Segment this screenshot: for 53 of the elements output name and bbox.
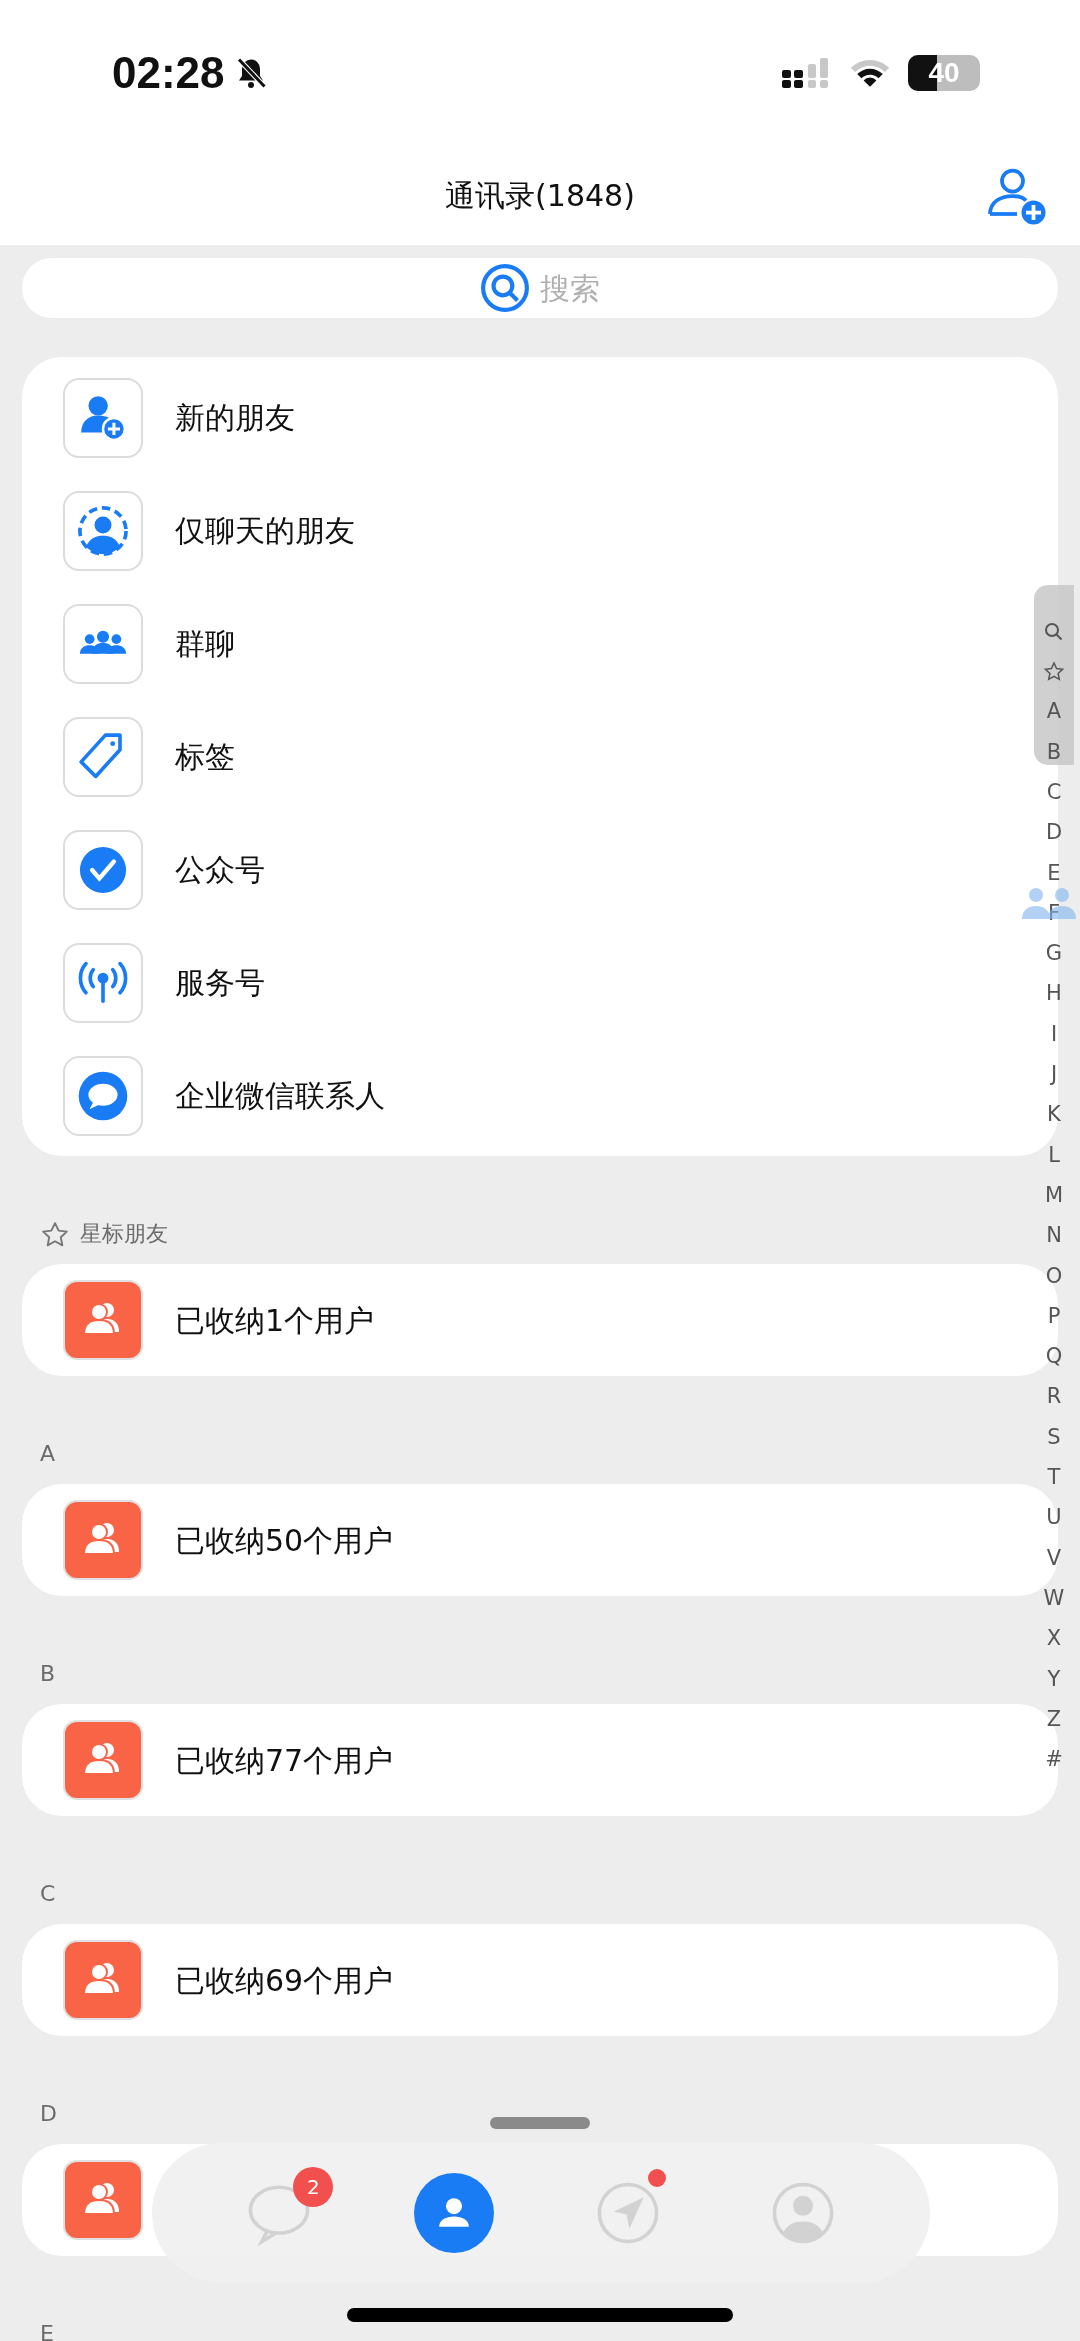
index-letter[interactable]: X [1046,1618,1062,1660]
page-title: 通讯录(1848) [445,176,635,215]
unread-badge: 2 [293,2167,334,2207]
contacts-icon [63,1280,143,1360]
menu-item[interactable]: 企业微信联系人 [63,1055,393,1136]
index-letter[interactable]: T [1047,1457,1061,1498]
index-letter[interactable]: B [1046,732,1062,773]
index-letter[interactable]: J [1050,1054,1058,1095]
contacts-icon [63,1500,143,1580]
section-header: D [40,2100,57,2128]
index-letter[interactable]: Z [1046,1699,1062,1740]
index-letter[interactable]: L [1048,1135,1060,1176]
index-letter[interactable]: Q [1045,1336,1063,1378]
index-letter[interactable]: C [1046,772,1062,813]
official-icon [63,829,143,910]
index-letter[interactable]: S [1047,1417,1061,1458]
index-letter[interactable]: R [1046,1377,1062,1418]
contacts-icon [63,1720,143,1800]
section-header: A [40,1440,56,1468]
index-letter[interactable]: D [1045,812,1063,854]
index-letter[interactable]: H [1046,974,1062,1015]
search-icon [480,263,530,313]
index-letter[interactable]: G [1045,933,1063,975]
index-letter[interactable]: U [1046,1497,1062,1539]
index-letter[interactable]: E [1047,853,1061,894]
section-header: E [40,2320,54,2341]
menu-item[interactable]: 公众号 [63,829,273,910]
index-letter[interactable]: W [1043,1578,1065,1619]
index-letter[interactable]: A [1046,692,1062,733]
tag-icon [63,716,143,797]
section-header: C [40,1880,56,1908]
contacts-icon [63,1940,143,2020]
section-header: B [40,1660,56,1688]
menu-item[interactable]: 仅聊天的朋友 [63,490,363,571]
section-header: 星标朋友 [80,1220,168,1248]
index-letter[interactable]: I [1050,1014,1058,1055]
index-letter[interactable]: M [1044,1175,1064,1216]
menu-item[interactable]: 服务号 [63,942,273,1023]
service-icon [63,942,143,1023]
index-letter[interactable]: O [1045,1256,1063,1297]
index-letter[interactable]: P [1047,1296,1061,1337]
wecom-icon [63,1055,143,1136]
menu-item[interactable]: 标签 [63,716,243,797]
contacts-icon [63,2160,143,2240]
index-letter[interactable]: N [1046,1215,1062,1257]
index-letter[interactable]: # [1045,1739,1063,1780]
clock-time: 02:28 [112,46,225,99]
menu-item[interactable]: 群聊 [63,603,243,684]
index-letter[interactable]: Y [1047,1659,1061,1700]
index-letter[interactable]: V [1046,1538,1062,1579]
index-letter[interactable]: K [1047,1094,1061,1136]
group-icon [63,603,143,684]
menu-item[interactable]: 新的朋友 [63,377,303,458]
